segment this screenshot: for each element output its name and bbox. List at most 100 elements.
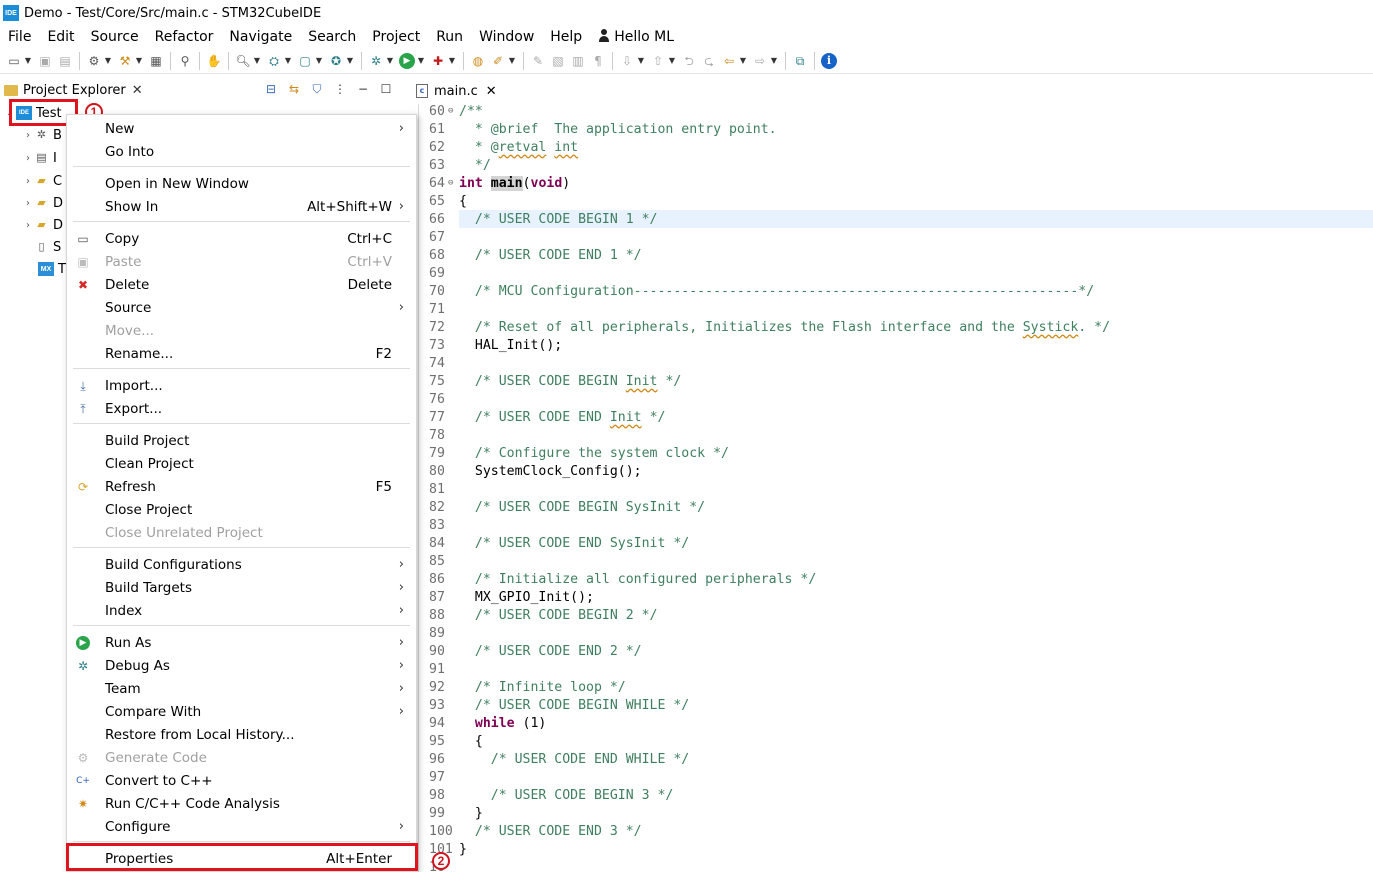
menu-item-export[interactable]: ⤒ Export... [67,397,416,420]
menu-item-build-targets[interactable]: Build Targets › [67,576,416,599]
tree-item[interactable]: ▯ S [34,236,61,258]
chevron-right-icon[interactable]: › [22,176,34,187]
magic-wand-icon[interactable]: ✐ [490,53,506,69]
code-line[interactable]: 66 /* USER CODE BEGIN 1 */ [429,210,1373,228]
new-source-dropdown-icon[interactable]: ▼ [346,53,354,69]
open-type-icon[interactable]: ⛭ [266,53,282,69]
menu-item-refresh[interactable]: ⟳ Refresh F5 [67,475,416,498]
menu-item-index[interactable]: Index › [67,599,416,622]
menu-file[interactable]: File [0,29,39,45]
search-icon[interactable]: 🔍︎ [235,53,251,69]
settings-gear-icon[interactable]: ⚙ [86,53,102,69]
open-perspective-window-icon[interactable]: ⧉ [792,53,808,69]
build-hammer-icon[interactable]: ⚒ [117,53,133,69]
binary-file-icon[interactable]: ▦ [148,53,164,69]
tree-item[interactable]: › ▰ D [22,192,63,214]
view-menu-icon[interactable]: ⋮ [333,82,347,96]
forward-dropdown-icon[interactable]: ▼ [770,53,778,69]
toggle-mark-occurrences-icon[interactable]: ✎ [530,53,546,69]
settings-dropdown-icon[interactable]: ▼ [104,53,112,69]
run-icon[interactable]: ▶ [399,52,415,69]
previous-annotation-dropdown-icon[interactable]: ▼ [668,53,676,69]
toggle-block-selection-icon[interactable]: ▧ [550,53,566,69]
save-icon[interactable]: ▣ [37,53,53,69]
menu-source[interactable]: Source [83,29,147,45]
menu-edit[interactable]: Edit [39,29,82,45]
link-with-editor-icon[interactable]: ⇆ [287,82,301,96]
maximize-icon[interactable]: ☐ [379,82,393,96]
filter-icon[interactable]: ⛉ [310,82,324,96]
menu-navigate[interactable]: Navigate [221,29,300,45]
menu-item-import[interactable]: ⤓ Import... [67,374,416,397]
build-dropdown-icon[interactable]: ▼ [135,53,143,69]
menu-item-restore-from-local-history[interactable]: Restore from Local History... [67,723,416,746]
menu-item-configure[interactable]: Configure › [67,815,416,838]
menu-item-open-in-new-window[interactable]: Open in New Window [67,172,416,195]
word-wrap-icon[interactable]: ▥ [570,53,586,69]
menu-item-new[interactable]: New › [67,117,416,140]
menu-item-clean-project[interactable]: Clean Project [67,452,416,475]
menu-item-compare-with[interactable]: Compare With › [67,700,416,723]
chevron-right-icon[interactable]: › [22,153,34,164]
run-dropdown-icon[interactable]: ▼ [417,53,425,69]
new-source-icon[interactable]: ✪ [328,53,344,69]
fold-toggle-icon[interactable]: ⊖ [448,178,453,188]
new-wizard-icon[interactable]: ▭ [6,53,22,69]
new-class-icon[interactable]: ▢ [297,53,313,69]
debug-bug-icon[interactable]: ✲ [368,53,384,69]
menu-user[interactable]: Hello ML [590,29,682,45]
close-icon[interactable]: ✕ [132,83,143,98]
menu-search[interactable]: Search [300,29,364,45]
debug-dropdown-icon[interactable]: ▼ [386,53,394,69]
external-tools-icon[interactable]: ✚ [430,53,446,69]
information-icon[interactable]: i [821,52,837,69]
show-whitespace-icon[interactable]: ¶ [590,53,606,69]
menu-item-copy[interactable]: ▭ Copy Ctrl+C [67,227,416,250]
chevron-right-icon[interactable]: › [22,198,34,209]
menu-item-build-configurations[interactable]: Build Configurations › [67,553,416,576]
menu-item-build-project[interactable]: Build Project [67,429,416,452]
menu-item-run-as[interactable]: ▶ Run As › [67,631,416,654]
previous-annotation-icon[interactable]: ⇧ [650,53,666,69]
skip-breakpoints-icon[interactable]: ⚲ [177,53,193,69]
open-type-dropdown-icon[interactable]: ▼ [284,53,292,69]
new-class-dropdown-icon[interactable]: ▼ [315,53,323,69]
collapse-all-icon[interactable]: ⊟ [264,82,278,96]
editor-tab-main-c[interactable]: c main.c ✕ [410,80,498,104]
tree-item[interactable]: MX T [38,258,66,280]
menu-refactor[interactable]: Refactor [147,29,222,45]
menu-item-close-project[interactable]: Close Project [67,498,416,521]
new-dropdown-icon[interactable]: ▼ [24,53,32,69]
fold-toggle-icon[interactable]: ⊖ [448,106,453,116]
menu-item-go-into[interactable]: Go Into [67,140,416,163]
magic-wand-dropdown-icon[interactable]: ▼ [508,53,516,69]
hand-tool-icon[interactable]: ✋ [206,53,222,69]
back-arrow-icon[interactable]: ⇦ [721,53,737,69]
menu-run[interactable]: Run [428,29,471,45]
menu-item-run-c-c-code-analysis[interactable]: ✷ Run C/C++ Code Analysis [67,792,416,815]
last-edit-location-icon[interactable]: ⮌ [681,53,697,69]
menu-item-source[interactable]: Source › [67,296,416,319]
close-icon[interactable]: ✕ [486,84,497,99]
next-annotation-icon[interactable]: ⇩ [619,53,635,69]
forward-arrow-icon[interactable]: ⇨ [752,53,768,69]
menu-item-debug-as[interactable]: ✲ Debug As › [67,654,416,677]
open-perspective-icon[interactable]: ◍ [470,53,486,69]
menu-item-team[interactable]: Team › [67,677,416,700]
save-all-icon[interactable]: ▤ [57,53,73,69]
menu-item-delete[interactable]: ✖ Delete Delete [67,273,416,296]
tree-item[interactable]: › ✲ B [22,124,62,146]
menu-window[interactable]: Window [471,29,542,45]
minimize-icon[interactable]: − [356,82,370,96]
next-annotation-dropdown-icon[interactable]: ▼ [637,53,645,69]
tree-item[interactable]: › ▤ I [22,147,57,169]
chevron-right-icon[interactable]: › [22,220,34,231]
menu-project[interactable]: Project [364,29,428,45]
tree-item[interactable]: › ▰ D [22,214,63,236]
external-tools-dropdown-icon[interactable]: ▼ [448,53,456,69]
menu-item-show-in[interactable]: Show In Alt+Shift+W › [67,195,416,218]
back-dropdown-icon[interactable]: ▼ [739,53,747,69]
search-dropdown-icon[interactable]: ▼ [253,53,261,69]
chevron-right-icon[interactable]: › [22,130,34,141]
forward-history-icon[interactable]: ⮎ [701,53,717,69]
